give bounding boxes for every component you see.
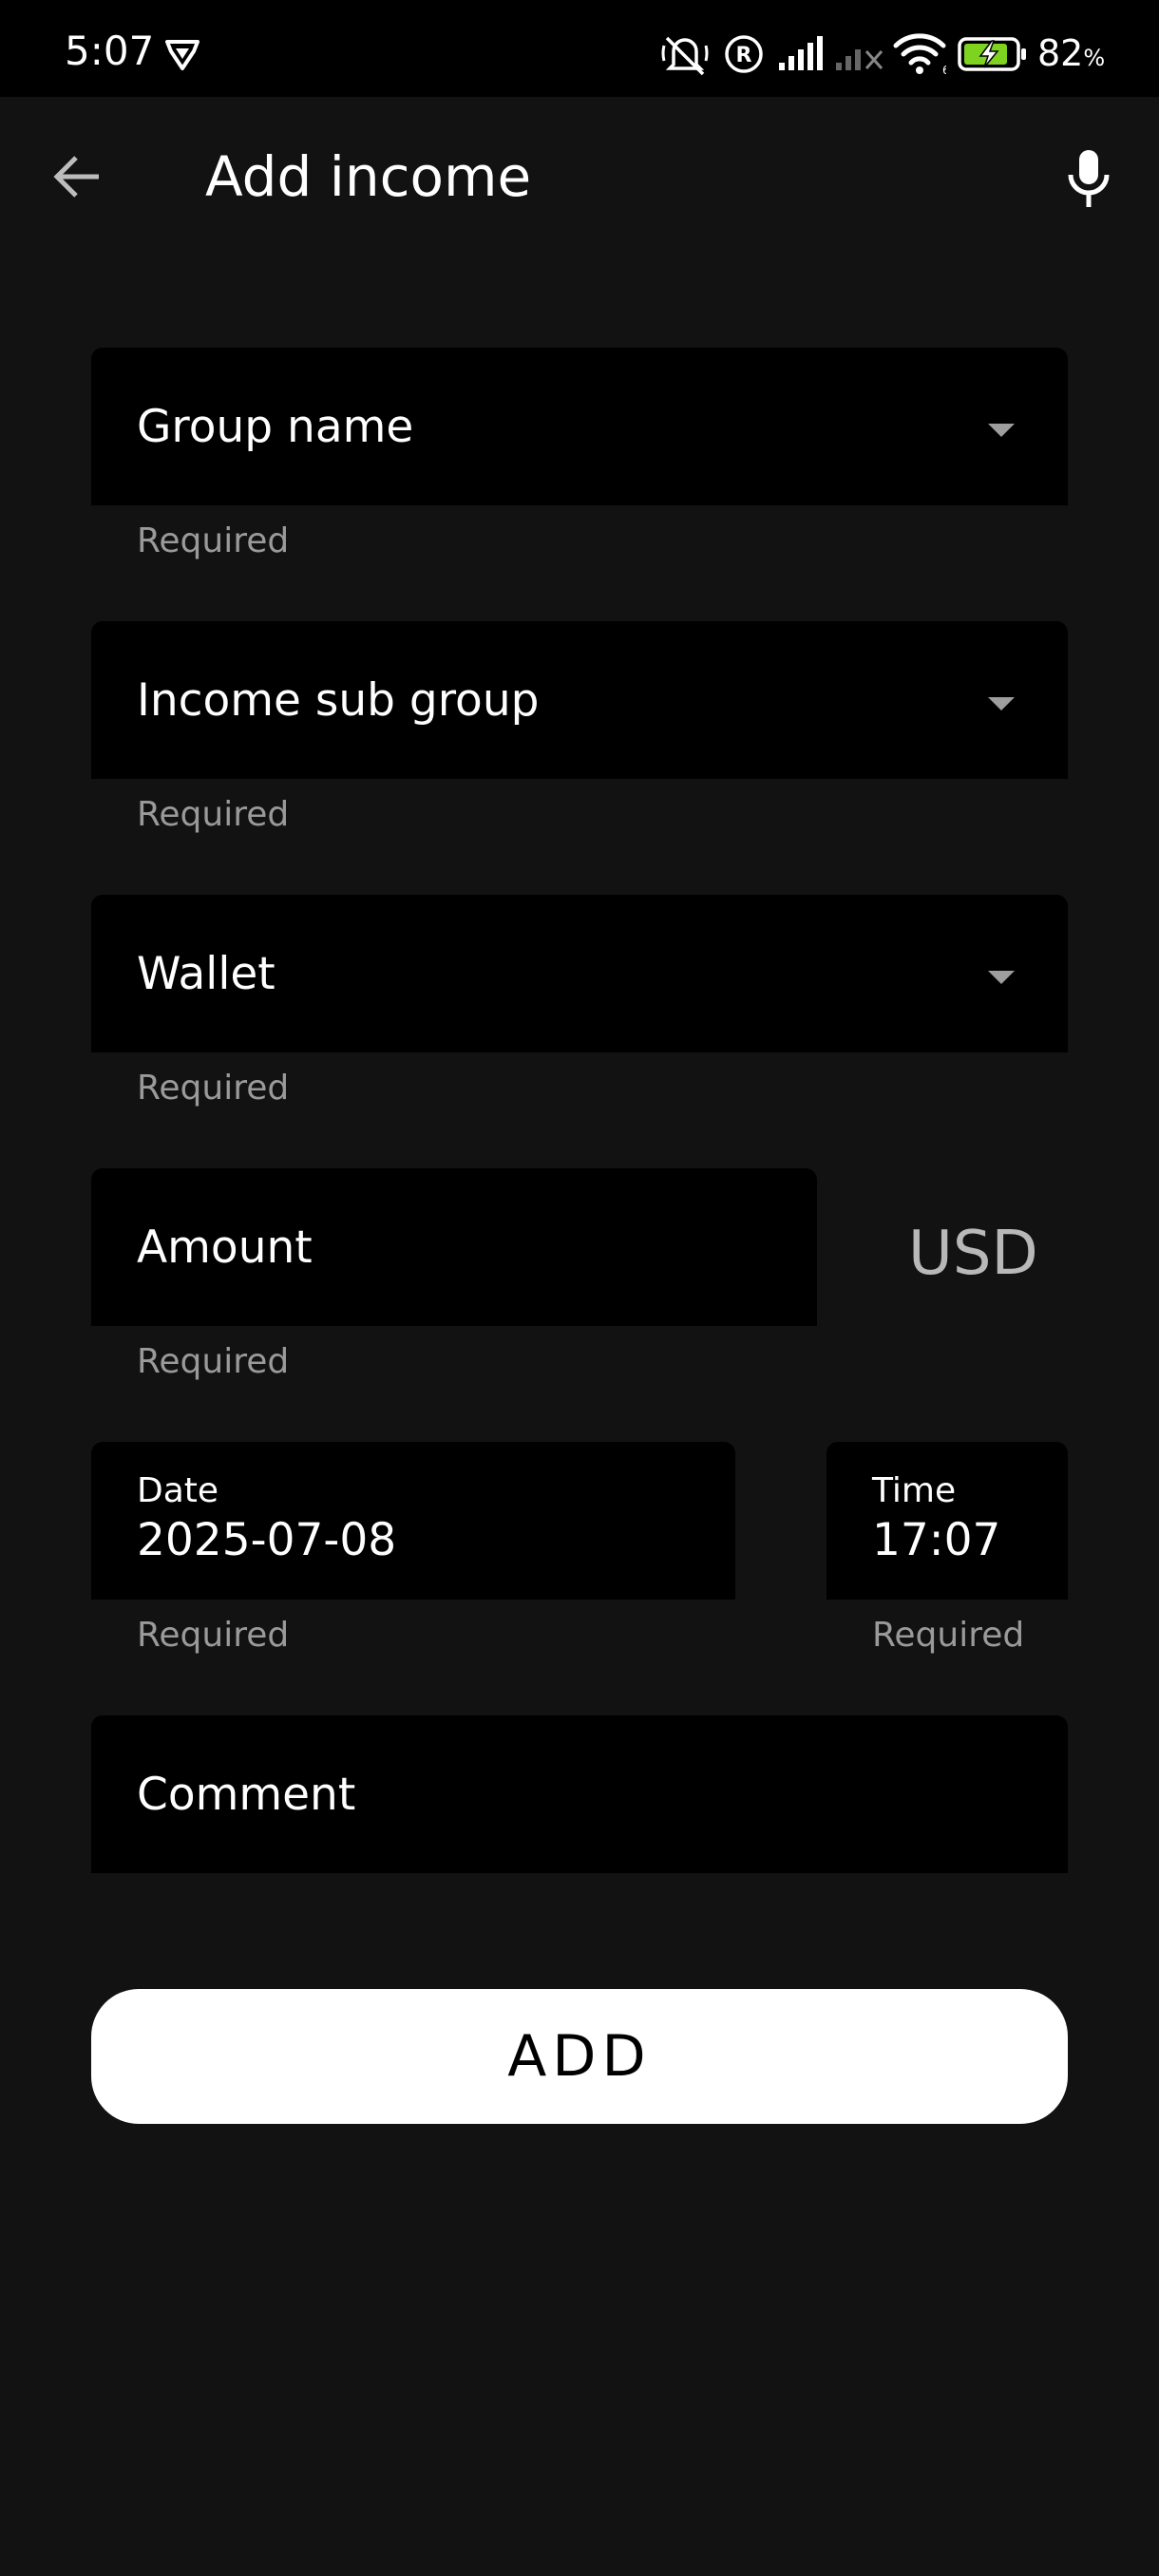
wallet-dropdown[interactable]: Wallet bbox=[91, 895, 1068, 1052]
comment-label: Comment bbox=[137, 1769, 356, 1821]
dropdown-arrow-icon bbox=[988, 424, 1015, 437]
time-label: Time bbox=[872, 1471, 957, 1510]
date-value: 2025-07-08 bbox=[137, 1514, 397, 1566]
income-sub-group-dropdown[interactable]: Income sub group bbox=[91, 621, 1068, 779]
page-title: Add income bbox=[205, 144, 532, 209]
svg-text:R: R bbox=[736, 44, 752, 67]
dropdown-arrow-icon bbox=[988, 971, 1015, 984]
add-button[interactable]: ADD bbox=[91, 1989, 1068, 2124]
registered-icon: R bbox=[725, 35, 763, 73]
status-time: 5:07 bbox=[65, 28, 155, 74]
amount-label: Amount bbox=[137, 1222, 313, 1274]
date-label: Date bbox=[137, 1471, 219, 1510]
voice-input-button[interactable] bbox=[1051, 141, 1127, 217]
wifi-icon: 6 bbox=[893, 33, 946, 74]
amount-input[interactable]: Amount bbox=[91, 1168, 817, 1326]
arrow-back-icon bbox=[53, 156, 99, 198]
status-bar: 5:07 R 6 82% bbox=[0, 0, 1159, 97]
mute-icon bbox=[661, 36, 709, 76]
group-name-helper: Required bbox=[137, 521, 290, 560]
battery-charging-icon bbox=[958, 37, 1026, 71]
app-bar: Add income bbox=[0, 97, 1159, 258]
income-sub-group-helper: Required bbox=[137, 795, 290, 834]
microphone-icon bbox=[1068, 150, 1110, 207]
currency-label[interactable]: USD bbox=[908, 1218, 1038, 1290]
no-signal-icon bbox=[836, 49, 884, 70]
time-helper: Required bbox=[872, 1616, 1025, 1655]
signal-icon bbox=[779, 36, 823, 70]
back-button[interactable] bbox=[40, 139, 116, 215]
svg-text:6: 6 bbox=[942, 64, 946, 74]
battery-percentage: 82% bbox=[1037, 32, 1106, 74]
time-picker-field[interactable]: Time 17:07 bbox=[826, 1442, 1068, 1600]
group-name-label: Group name bbox=[137, 401, 414, 453]
date-picker-field[interactable]: Date 2025-07-08 bbox=[91, 1442, 735, 1600]
wallet-helper: Required bbox=[137, 1069, 290, 1108]
time-value: 17:07 bbox=[872, 1514, 1001, 1566]
comment-input[interactable]: Comment bbox=[91, 1715, 1068, 1873]
dropdown-arrow-icon bbox=[988, 697, 1015, 710]
income-sub-group-label: Income sub group bbox=[137, 674, 540, 727]
amount-helper: Required bbox=[137, 1342, 290, 1381]
date-helper: Required bbox=[137, 1616, 290, 1655]
vpn-shield-icon bbox=[165, 40, 200, 70]
wallet-label: Wallet bbox=[137, 948, 276, 1000]
group-name-dropdown[interactable]: Group name bbox=[91, 348, 1068, 505]
